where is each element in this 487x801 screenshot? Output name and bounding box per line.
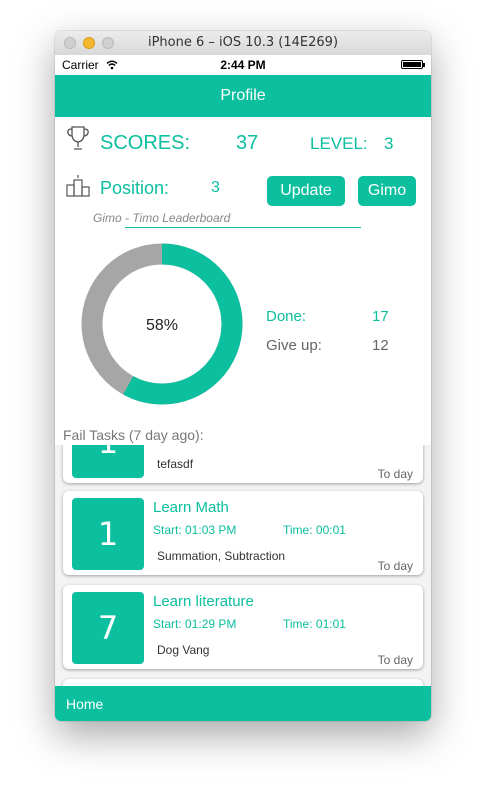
window-title: iPhone 6 – iOS 10.3 (14E269) xyxy=(147,35,339,50)
tab-bar: Home xyxy=(55,686,431,721)
giveup-value: 12 xyxy=(372,337,389,354)
task-due: To day xyxy=(377,559,413,573)
leaderboard-label[interactable]: Gimo - Timo Leaderboard xyxy=(93,211,230,225)
task-desc: Dog Vang xyxy=(157,643,210,657)
task-number: 7 xyxy=(72,592,144,664)
window-titlebar: iPhone 6 – iOS 10.3 (14E269) xyxy=(55,31,431,56)
position-value: 3 xyxy=(211,179,220,196)
task-number: 1 xyxy=(72,498,144,570)
leaderboard-underline xyxy=(125,227,361,228)
update-button[interactable]: Update xyxy=(267,176,345,206)
task-desc: tefasdf xyxy=(157,457,194,471)
simulator-window: iPhone 6 – iOS 10.3 (14E269) Carrier 2:4… xyxy=(55,31,431,721)
progress-donut: 58% xyxy=(81,243,243,405)
trophy-icon xyxy=(67,126,89,150)
scores-value: 37 xyxy=(236,132,259,154)
fail-tasks-title: Fail Tasks (7 day ago): xyxy=(63,427,204,443)
done-value: 17 xyxy=(372,308,389,325)
status-time: 2:44 PM xyxy=(220,58,266,72)
giveup-label: Give up: xyxy=(266,337,322,354)
task-time: Time: 01:01 xyxy=(283,617,346,631)
nav-title: Profile xyxy=(220,87,266,104)
nav-bar: Profile xyxy=(55,75,431,117)
list-item[interactable]: 1 Learn Math Start: 01:03 PM Time: 00:01… xyxy=(63,491,423,575)
gimo-button[interactable]: Gimo xyxy=(358,176,416,206)
task-title: Learn Math xyxy=(153,499,229,516)
task-title: Learn literature xyxy=(153,593,254,610)
status-bar: Carrier 2:44 PM xyxy=(55,55,431,75)
level-value: 3 xyxy=(384,134,394,153)
task-desc: Summation, Subtraction xyxy=(157,549,286,563)
donut-percent-label: 58% xyxy=(146,317,178,334)
tab-home[interactable]: Home xyxy=(66,696,103,712)
podium-icon xyxy=(66,175,90,197)
scores-label: SCORES: xyxy=(100,132,191,154)
task-due: To day xyxy=(377,467,413,481)
level-label: LEVEL: xyxy=(310,134,368,153)
list-item[interactable]: 1 tefasdf To day xyxy=(63,445,423,483)
list-item[interactable] xyxy=(63,679,423,686)
fail-tasks-list[interactable]: 1 tefasdf To day 1 Learn Math Start: 01:… xyxy=(55,445,431,686)
task-start: Start: 01:03 PM xyxy=(153,523,237,537)
position-label: Position: xyxy=(100,178,170,198)
battery-icon xyxy=(401,60,425,69)
task-due: To day xyxy=(377,653,413,667)
done-label: Done: xyxy=(266,308,307,325)
list-item[interactable]: 7 Learn literature Start: 01:29 PM Time:… xyxy=(63,585,423,669)
task-start: Start: 01:29 PM xyxy=(153,617,237,631)
task-number: 1 xyxy=(72,445,144,478)
task-time: Time: 00:01 xyxy=(283,523,346,537)
